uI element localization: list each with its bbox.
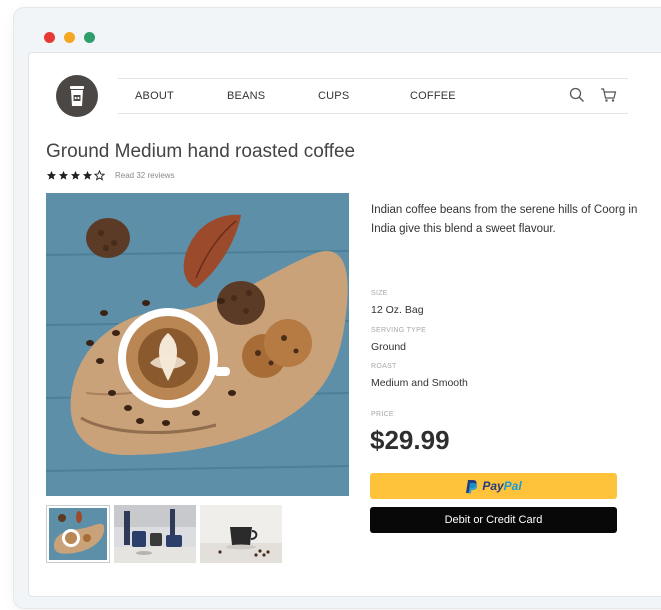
spec-serving-type-label: SERVING TYPE (371, 327, 427, 334)
paypal-text: PayPal (482, 479, 521, 493)
star-empty-icon (94, 170, 105, 181)
product-page: ABOUT BEANS CUPS COFFEE Ground Medium ha… (29, 53, 661, 596)
paypal-logo-icon (466, 479, 478, 493)
debit-credit-card-button[interactable]: Debit or Credit Card (370, 507, 617, 533)
coffee-logo[interactable] (56, 75, 98, 117)
star-filled-icon (58, 170, 69, 180)
thumbnail-2[interactable] (114, 505, 196, 563)
main-nav: ABOUT BEANS CUPS COFFEE (118, 78, 628, 114)
thumbnail-strip (46, 505, 282, 563)
rating-row: Read 32 reviews (46, 170, 175, 181)
paypal-text-pay: Pay (482, 479, 504, 493)
product-title: Ground Medium hand roasted coffee (46, 141, 356, 162)
nav-coffee[interactable]: COFFEE (410, 90, 456, 102)
cart-icon[interactable] (600, 87, 617, 108)
star-filled-icon (70, 170, 81, 180)
search-icon[interactable] (569, 87, 585, 108)
minimize-dot[interactable] (64, 32, 75, 43)
window-controls (44, 32, 95, 43)
price-label: PRICE (371, 411, 394, 418)
nav-beans[interactable]: BEANS (227, 90, 265, 102)
coffee-cup-icon (70, 86, 84, 106)
reviews-link[interactable]: Read 32 reviews (115, 171, 175, 180)
spec-roast-label: ROAST (371, 363, 397, 370)
product-main-image (46, 193, 349, 496)
nav-about[interactable]: ABOUT (135, 90, 174, 102)
spec-size-value: 12 Oz. Bag (371, 304, 424, 316)
star-filled-icon (82, 170, 93, 180)
star-rating (46, 170, 105, 181)
product-price: $29.99 (370, 425, 450, 455)
thumbnail-3[interactable] (200, 505, 282, 563)
product-description: Indian coffee beans from the serene hill… (371, 204, 638, 235)
thumbnail-1[interactable] (46, 505, 110, 563)
close-dot[interactable] (44, 32, 55, 43)
paypal-button[interactable]: PayPal (370, 473, 617, 499)
spec-size-label: SIZE (371, 290, 388, 297)
star-filled-icon (46, 170, 57, 180)
maximize-dot[interactable] (84, 32, 95, 43)
paypal-text-pal: Pal (503, 479, 522, 493)
spec-roast-value: Medium and Smooth (371, 377, 468, 389)
nav-cups[interactable]: CUPS (318, 90, 349, 102)
spec-serving-type-value: Ground (371, 341, 407, 353)
